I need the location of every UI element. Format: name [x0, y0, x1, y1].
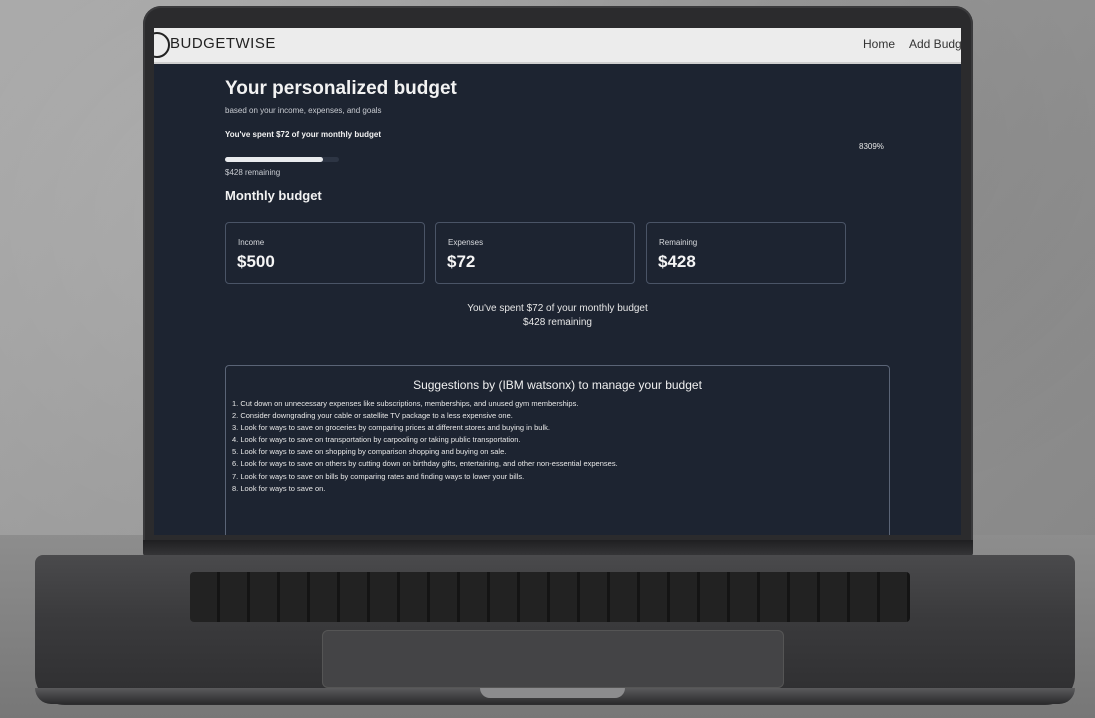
summary-remaining: $428 remaining — [523, 317, 592, 328]
income-card: Income $500 — [225, 222, 425, 284]
monthly-budget-title: Monthly budget — [225, 188, 322, 203]
nav-add-budget-link[interactable]: Add Budg — [909, 37, 961, 51]
budget-percent: 8309% — [859, 142, 884, 151]
suggestion-item: 7. Look for ways to save on bills by com… — [232, 471, 525, 481]
suggestion-item: 1. Cut down on unnecessary expenses like… — [232, 399, 579, 408]
budget-progress-fill — [225, 157, 324, 162]
laptop-keyboard — [190, 572, 910, 622]
expenses-value: $72 — [447, 252, 476, 271]
suggestion-item: 5. Look for ways to save on shopping by … — [232, 447, 507, 457]
summary-spent: You've spent $72 of your monthly budget — [467, 303, 648, 314]
page-subtitle: based on your income, expenses, and goal… — [225, 106, 382, 115]
laptop-screen: BUDGETWISE Home Add Budg Your personaliz… — [154, 28, 961, 535]
nav-home-link[interactable]: Home — [863, 37, 895, 51]
brand-logo[interactable]: BUDGETWISE — [170, 35, 276, 52]
suggestion-item: 6. Look for ways to save on others by cu… — [232, 459, 618, 469]
suggestion-item: 8. Look for ways to save on. — [232, 483, 326, 493]
remaining-card: Remaining $428 — [646, 222, 846, 284]
expenses-card: Expenses $72 — [435, 222, 635, 284]
remaining-value: $428 — [658, 252, 696, 271]
laptop-trackpad — [322, 630, 784, 688]
suggestion-item: 3. Look for ways to save on groceries by… — [232, 423, 550, 433]
suggestions-panel: Suggestions by (IBM watsonx) to manage y… — [225, 365, 890, 535]
navbar: BUDGETWISE Home Add Budg — [154, 28, 961, 64]
budget-progress-bar — [225, 157, 339, 162]
suggestion-item: 4. Look for ways to save on transportati… — [232, 435, 521, 445]
suggestions-list: 1. Cut down on unnecessary expenses like… — [232, 398, 618, 495]
suggestion-item: 2. Consider downgrading your cable or sa… — [232, 411, 513, 421]
expenses-label: Expenses — [448, 238, 484, 247]
page-title: Your personalized budget — [225, 78, 457, 99]
spent-summary: You've spent $72 of your monthly budget — [225, 130, 381, 139]
income-value: $500 — [237, 252, 275, 271]
logo-icon — [154, 32, 170, 58]
remaining-text: $428 remaining — [225, 168, 281, 177]
remaining-label: Remaining — [659, 238, 698, 247]
income-label: Income — [238, 238, 265, 247]
laptop-notch — [480, 688, 625, 698]
suggestions-title: Suggestions by (IBM watsonx) to manage y… — [413, 378, 702, 392]
